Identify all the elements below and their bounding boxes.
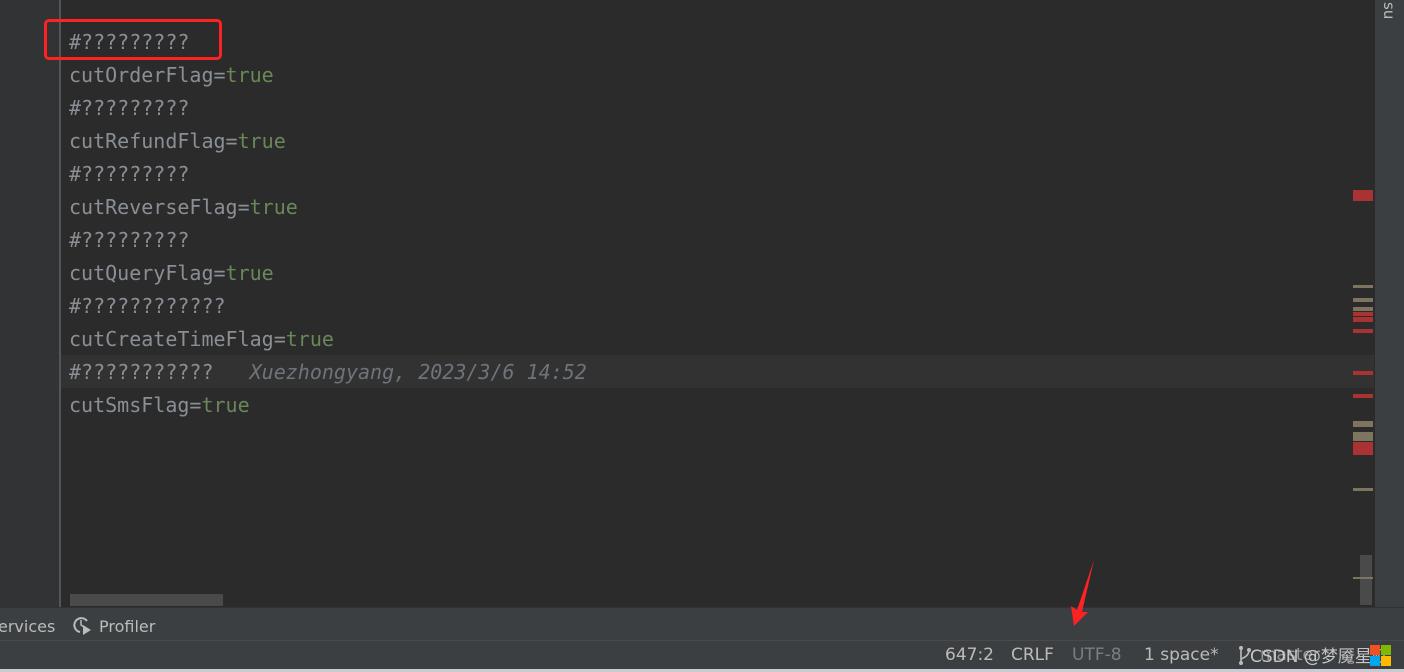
error-stripe-mark[interactable]	[1353, 317, 1373, 322]
line-separator[interactable]: CRLF	[1011, 645, 1054, 665]
property-key: cutRefundFlag=	[69, 129, 238, 153]
code-line: cutRefundFlag=true	[69, 125, 286, 158]
watermark: CSDN @梦魇星虹	[1250, 647, 1389, 667]
git-blame-annotation: Xuezhongyang, 2023/3/6 14:52	[249, 360, 587, 384]
comment: #?????????	[69, 228, 190, 252]
code-line: #?????????	[69, 158, 189, 191]
property-key: cutSmsFlag=	[69, 393, 202, 417]
services-tab[interactable]: ervices	[0, 617, 55, 636]
code-line: #?????????	[69, 224, 189, 257]
code-line: #??????????? Xuezhongyang, 2023/3/6 14:5…	[69, 356, 587, 389]
property-value: true	[225, 63, 274, 87]
warning-stripe-mark[interactable]	[1353, 421, 1373, 427]
property-value: true	[201, 393, 250, 417]
property-value: true	[225, 261, 274, 285]
property-key: cutCreateTimeFlag=	[69, 327, 286, 351]
comment: #?????????	[69, 96, 190, 120]
highlight-box	[44, 19, 222, 60]
profiler-icon	[72, 615, 92, 639]
right-panel-tab[interactable]: su	[1380, 2, 1398, 19]
warning-stripe-mark[interactable]	[1353, 577, 1373, 579]
code-line: #????????????	[69, 290, 226, 323]
code-editor[interactable]: #????????? cutOrderFlag=true #????????? …	[61, 0, 1352, 607]
vertical-scrollbar[interactable]	[1360, 555, 1372, 605]
error-stripe-mark[interactable]	[1353, 442, 1373, 455]
property-value: true	[237, 129, 286, 153]
property-value: true	[285, 327, 334, 351]
indent-setting[interactable]: 1 space*	[1144, 645, 1219, 665]
line-gutter	[0, 0, 59, 607]
code-line: #?????????	[69, 92, 189, 125]
warning-stripe-mark[interactable]	[1353, 285, 1373, 288]
warning-stripe-mark[interactable]	[1353, 432, 1373, 441]
code-line: cutCreateTimeFlag=true	[69, 323, 334, 356]
right-tool-panel	[1375, 0, 1404, 607]
comment: #????????????	[69, 294, 226, 318]
error-stripe-mark[interactable]	[1353, 312, 1373, 316]
property-value: true	[249, 195, 298, 219]
property-key: cutQueryFlag=	[69, 261, 226, 285]
warning-stripe-mark[interactable]	[1353, 488, 1373, 491]
comment: #?????????	[69, 162, 190, 186]
red-arrow-annotation	[1071, 560, 1094, 626]
error-stripe-mark[interactable]	[1353, 371, 1373, 375]
windows-logo-icon	[1370, 645, 1391, 671]
warning-stripe-mark[interactable]	[1353, 298, 1373, 302]
error-stripe-mark[interactable]	[1353, 394, 1373, 398]
property-key: cutReverseFlag=	[69, 195, 250, 219]
property-key: cutOrderFlag=	[69, 63, 226, 87]
code-line: cutSmsFlag=true	[69, 389, 250, 422]
code-line: cutOrderFlag=true	[69, 59, 274, 92]
horizontal-scrollbar[interactable]	[70, 594, 223, 606]
status-bar: 647:2 CRLF UTF-8 1 space* master CSDN @梦…	[0, 641, 1404, 669]
caret-position[interactable]: 647:2	[945, 645, 994, 665]
file-encoding[interactable]: UTF-8	[1072, 645, 1122, 665]
code-line: cutQueryFlag=true	[69, 257, 274, 290]
warning-stripe-mark[interactable]	[1353, 307, 1373, 311]
code-line: cutReverseFlag=true	[69, 191, 298, 224]
profiler-tab[interactable]: Profiler	[99, 617, 155, 636]
error-stripe-mark[interactable]	[1353, 329, 1373, 333]
comment: #???????????	[69, 360, 214, 384]
error-stripe-mark[interactable]	[1353, 190, 1373, 201]
tool-window-bar: ervices Profiler	[0, 607, 1404, 641]
